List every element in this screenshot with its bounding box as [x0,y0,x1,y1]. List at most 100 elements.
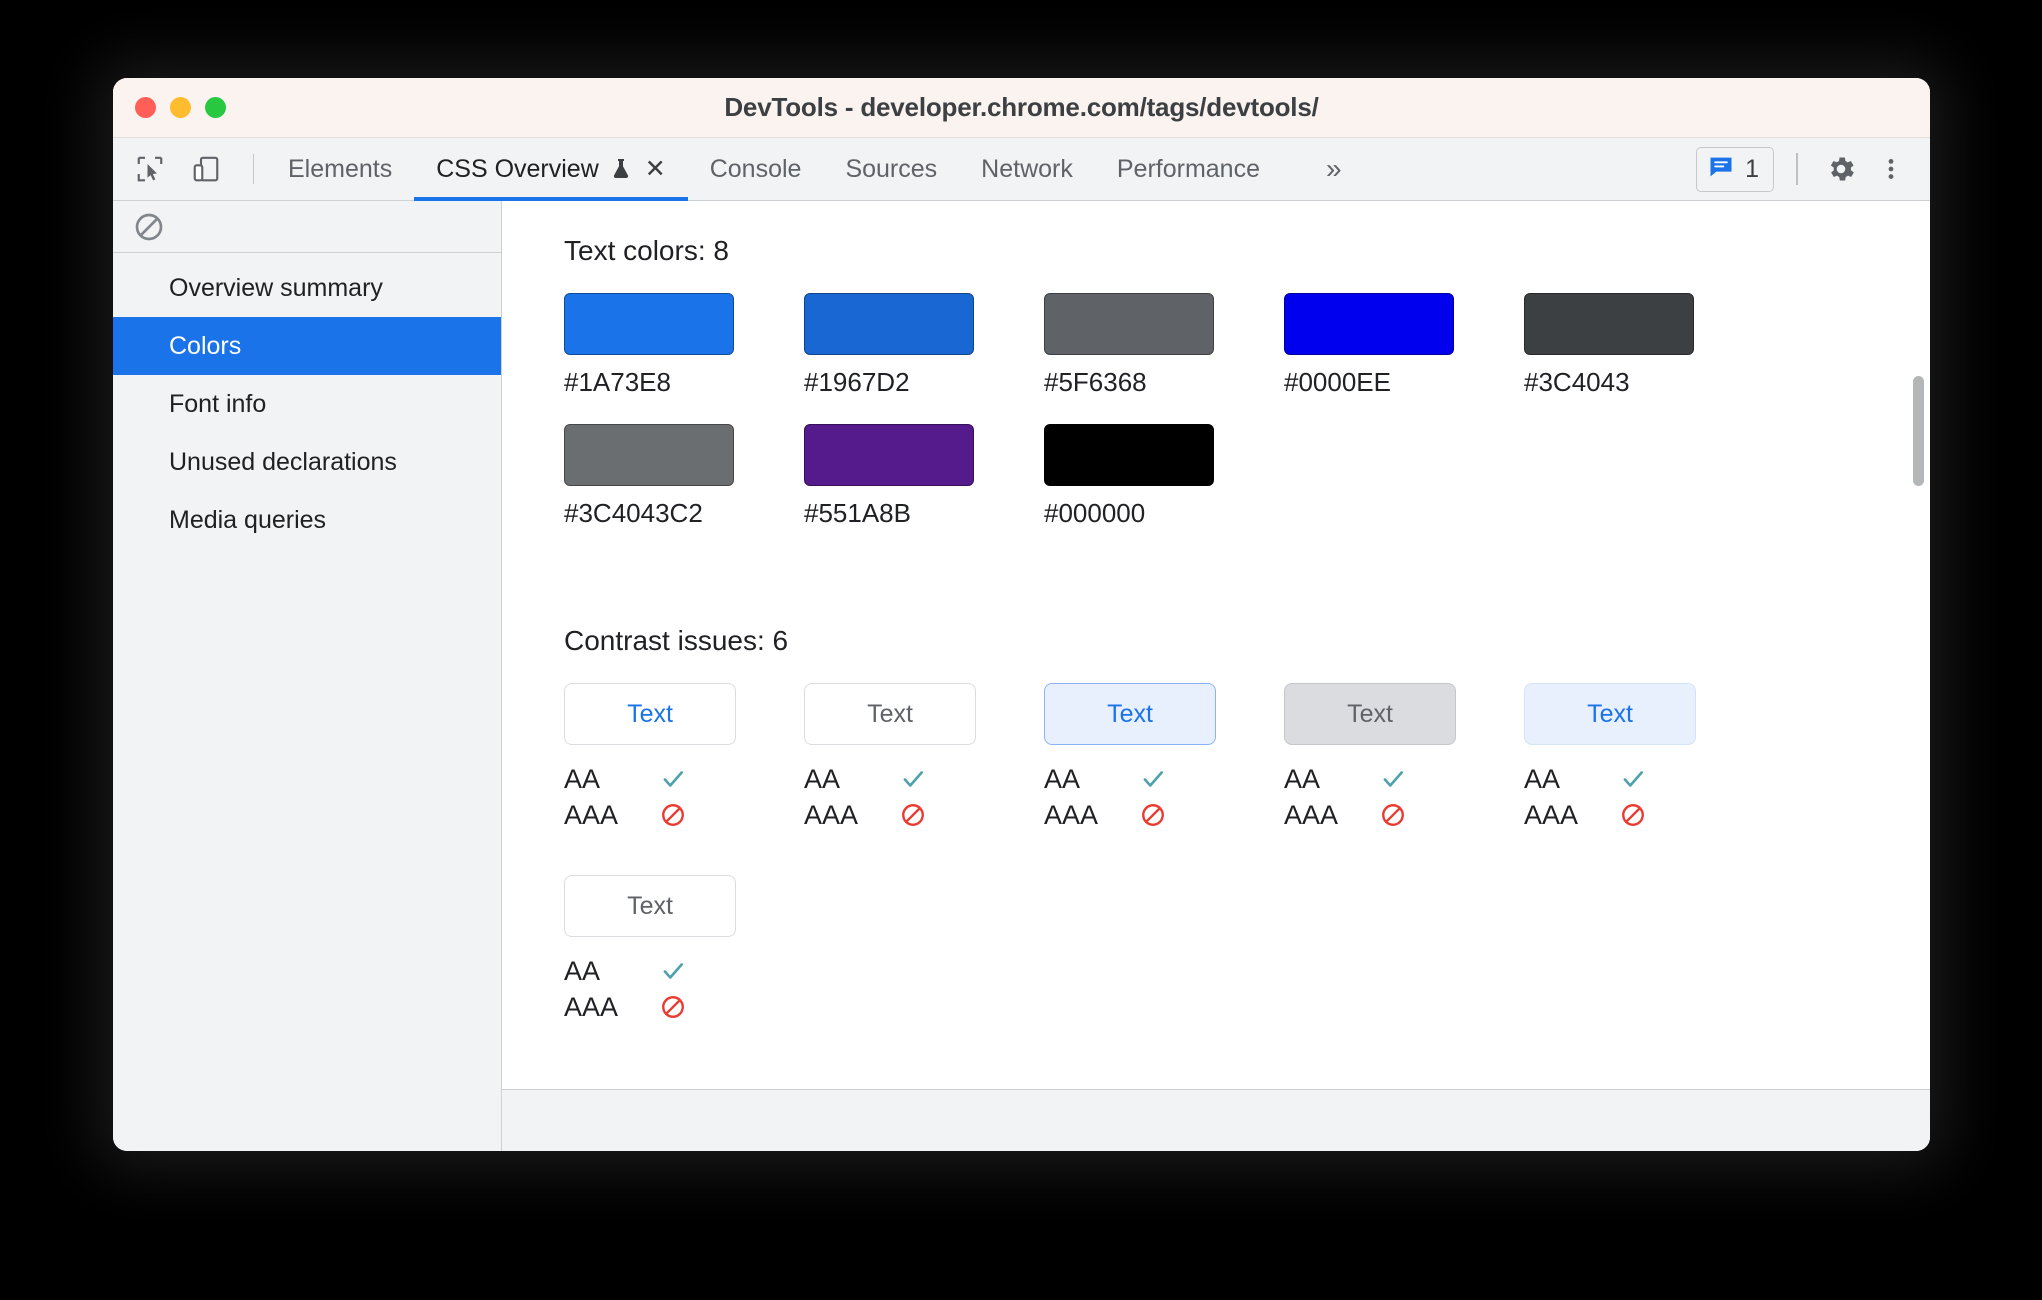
contrast-sample-text: Text [1107,699,1153,728]
device-toolbar-icon[interactable] [185,148,227,190]
color-swatch-item[interactable]: #000000 [1044,424,1284,529]
color-swatch[interactable] [1284,293,1454,355]
contrast-aa-label: AA [564,763,601,794]
color-swatch-item[interactable]: #3C4043C2 [564,424,804,529]
sidebar-item-media-queries[interactable]: Media queries [113,491,501,549]
panel-tabs: Elements CSS Overview ✕ Console Sources [266,138,1386,201]
checkmark-icon [656,958,690,984]
devtools-toolbar: Elements CSS Overview ✕ Console Sources [113,138,1930,201]
contrast-ratings: AA AAA [804,761,1044,833]
toolbar-left-icons [113,138,266,200]
contrast-issues-title: Contrast issues: 6 [564,625,789,656]
kebab-menu-icon[interactable] [1870,148,1912,190]
checkmark-icon [1616,766,1650,792]
color-swatch-item[interactable]: #0000EE [1284,293,1524,398]
color-swatch[interactable] [1044,424,1214,486]
contrast-aaa-label: AAA [564,991,619,1022]
contrast-sample-box[interactable]: Text [1044,683,1216,745]
more-tabs-button[interactable]: » [1282,138,1386,200]
sidebar-toolbar [113,201,501,253]
contrast-aa-row: AA [1044,761,1284,797]
flask-experimental-icon [609,156,633,182]
main-scrollbar[interactable] [1912,201,1924,1089]
tab-label: Elements [288,154,393,183]
tab-label: Performance [1116,154,1260,183]
contrast-issue-item[interactable]: Text AA AAA [804,683,1044,833]
close-tab-icon[interactable]: ✕ [645,156,666,182]
main-footer-drawer [502,1089,1930,1151]
contrast-sample-text: Text [627,891,673,920]
sidebar-item-unused-declarations[interactable]: Unused declarations [113,433,501,491]
contrast-issue-item[interactable]: Text AA AAA [1524,683,1764,833]
sidebar-item-overview-summary[interactable]: Overview summary [113,259,501,317]
contrast-aa-label: AA [1284,763,1321,794]
color-swatch[interactable] [564,424,734,486]
contrast-ratings: AA AAA [564,953,804,1025]
tab-label: Sources [845,154,938,183]
tab-performance[interactable]: Performance [1095,138,1282,200]
contrast-sample-box[interactable]: Text [1524,683,1696,745]
contrast-issue-item[interactable]: Text AA AAA [1044,683,1284,833]
contrast-aaa-label: AAA [1284,799,1339,830]
contrast-sample-text: Text [867,699,913,728]
contrast-sample-box[interactable]: Text [804,683,976,745]
css-overview-sidebar: Overview summary Colors Font info Unused… [113,201,502,1151]
contrast-issue-item[interactable]: Text AA AAA [564,683,804,833]
contrast-issue-item[interactable]: Text AA AAA [1284,683,1524,833]
tab-console[interactable]: Console [688,138,824,200]
sidebar-item-colors[interactable]: Colors [113,317,501,375]
scrollbar-thumb[interactable] [1913,376,1924,486]
contrast-aaa-row: AAA [1044,797,1284,833]
color-swatch-item[interactable]: #551A8B [804,424,1044,529]
color-swatch-item[interactable]: #1967D2 [804,293,1044,398]
blocked-icon [896,802,930,828]
contrast-sample-text: Text [1347,699,1393,728]
text-colors-grid: #1A73E8 #1967D2 #5F6368 #0000EE #3C4043 … [564,293,1764,555]
contrast-issues-grid: Text AA AAA Text AA AAA Text AA AAA Text… [564,683,1804,1067]
color-swatch[interactable] [804,424,974,486]
issues-badge[interactable]: 1 [1696,146,1774,192]
contrast-aa-row: AA [1284,761,1524,797]
contrast-ratings: AA AAA [1284,761,1524,833]
contrast-ratings: AA AAA [564,761,804,833]
contrast-aaa-row: AAA [1284,797,1524,833]
tab-label: Console [709,154,802,183]
contrast-aa-label: AA [1044,763,1081,794]
contrast-sample-box[interactable]: Text [1284,683,1456,745]
contrast-sample-box[interactable]: Text [564,683,736,745]
sidebar-item-label: Overview summary [169,273,383,302]
contrast-aa-label: AA [1524,763,1561,794]
blocked-icon [656,994,690,1020]
color-hex-label: #000000 [1044,498,1146,528]
inspect-cursor-icon[interactable] [129,148,171,190]
main-panel-wrap: Text colors: 8 #1A73E8 #1967D2 #5F6368 #… [502,201,1930,1151]
color-swatch[interactable] [564,293,734,355]
color-swatch-item[interactable]: #5F6368 [1044,293,1284,398]
checkmark-icon [1136,766,1170,792]
tab-elements[interactable]: Elements [266,138,414,200]
color-swatch[interactable] [804,293,974,355]
gear-icon[interactable] [1820,148,1862,190]
sidebar-item-label: Font info [169,389,267,418]
color-swatch[interactable] [1044,293,1214,355]
contrast-aaa-row: AAA [1524,797,1764,833]
contrast-sample-box[interactable]: Text [564,875,736,937]
sidebar-item-label: Media queries [169,505,327,534]
color-swatch-item[interactable]: #3C4043 [1524,293,1764,398]
sidebar-item-font-info[interactable]: Font info [113,375,501,433]
color-swatch[interactable] [1524,293,1694,355]
tab-sources[interactable]: Sources [823,138,959,200]
blocked-icon [656,802,690,828]
checkmark-icon [1376,766,1410,792]
clear-overview-icon[interactable] [129,207,169,247]
contrast-issue-item[interactable]: Text AA AAA [564,875,804,1025]
tab-network[interactable]: Network [959,138,1095,200]
contrast-aaa-row: AAA [804,797,1044,833]
colors-panel: Text colors: 8 #1A73E8 #1967D2 #5F6368 #… [502,201,1930,1089]
color-hex-label: #3C4043 [1524,367,1630,397]
contrast-aaa-row: AAA [564,989,804,1025]
color-swatch-item[interactable]: #1A73E8 [564,293,804,398]
sidebar-list: Overview summary Colors Font info Unused… [113,253,501,549]
tab-css-overview[interactable]: CSS Overview ✕ [414,138,688,201]
issues-message-icon [1707,153,1735,186]
